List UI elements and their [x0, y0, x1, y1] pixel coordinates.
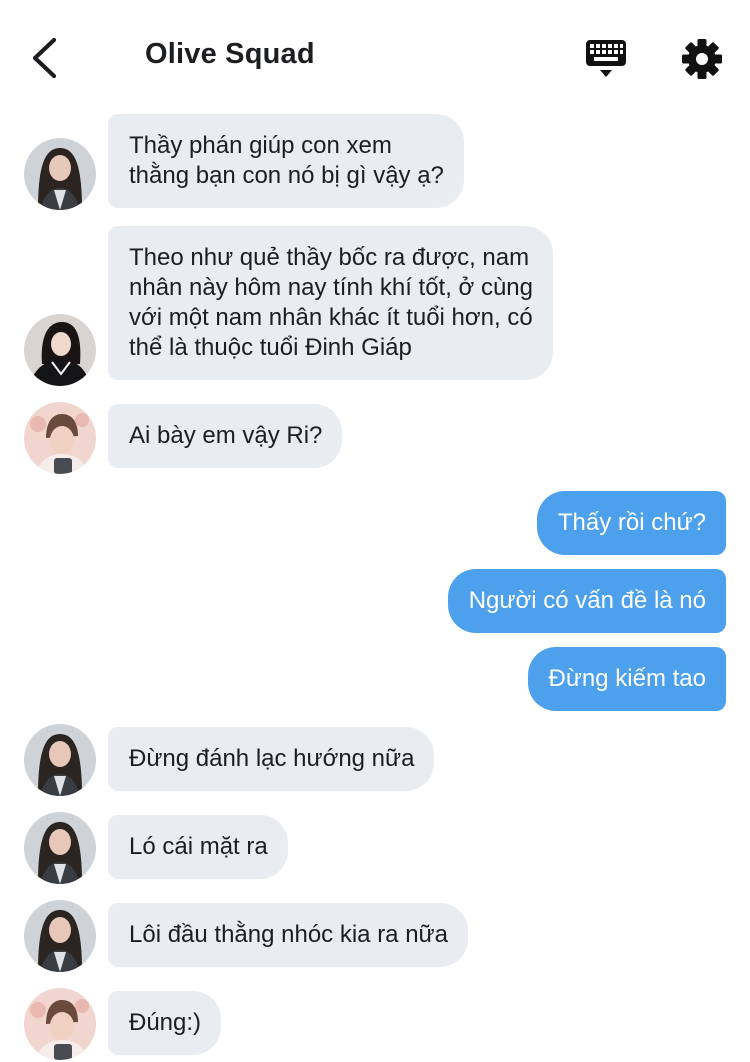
message-text: Người có vấn đề là nó	[468, 587, 706, 614]
outgoing-message-bubble[interactable]: Thấy rồi chứ?	[536, 491, 726, 555]
message-text: Thầy phán giúp con xem	[129, 132, 392, 159]
avatar-boy-pink[interactable]	[24, 988, 96, 1060]
message-text: Ló cái mặt ra	[129, 833, 268, 860]
avatar-girl-long-hair[interactable]	[24, 724, 96, 796]
avatar-girl-long-hair[interactable]	[24, 900, 96, 972]
avatar-girl-long-hair[interactable]	[24, 812, 96, 884]
message-text: Thấy rồi chứ?	[557, 509, 706, 536]
incoming-message-bubble[interactable]: Đúng:)	[108, 991, 222, 1055]
message-text: Theo như quẻ thầy bốc ra được, nam	[129, 244, 530, 271]
incoming-message-bubble[interactable]: Ló cái mặt ra	[108, 815, 288, 879]
outgoing-message-bubble[interactable]: Người có vấn đề là nó	[447, 569, 726, 633]
outgoing-message-bubble[interactable]: Đừng kiếm tao	[527, 647, 726, 711]
incoming-message-bubble[interactable]: Theo như quẻ thầy bốc ra được, nam nhân …	[108, 226, 553, 380]
avatar-boy-pink[interactable]	[24, 402, 96, 474]
message-text: Lôi đầu thằng nhóc kia ra nữa	[129, 921, 448, 948]
avatar-girl-long-hair[interactable]	[24, 138, 96, 210]
avatar-girl-dark-outfit[interactable]	[24, 314, 96, 386]
message-text: Đúng:)	[129, 1009, 202, 1036]
message-list[interactable]: Thầy phán giúp con xem thằng bạn con nó …	[0, 0, 750, 1062]
message-text: thể là thuộc tuổi Đinh Giáp	[129, 334, 412, 361]
message-text: nhân này hôm nay tính khí tốt, ở cùng	[129, 274, 533, 301]
message-text: thằng bạn con nó bị gì vậy ạ?	[129, 162, 444, 189]
incoming-message-bubble[interactable]: Đừng đánh lạc hướng nữa	[108, 727, 435, 791]
incoming-message-bubble[interactable]: Thầy phán giúp con xem thằng bạn con nó …	[108, 114, 464, 208]
incoming-message-bubble[interactable]: Lôi đầu thằng nhóc kia ra nữa	[108, 903, 468, 967]
message-text: Đừng đánh lạc hướng nữa	[129, 745, 415, 772]
message-text: với một nam nhân khác ít tuổi hơn, có	[129, 304, 533, 331]
incoming-message-bubble[interactable]: Ai bày em vậy Ri?	[108, 404, 343, 468]
message-text: Đừng kiếm tao	[548, 665, 706, 692]
message-text: Ai bày em vậy Ri?	[129, 422, 323, 449]
